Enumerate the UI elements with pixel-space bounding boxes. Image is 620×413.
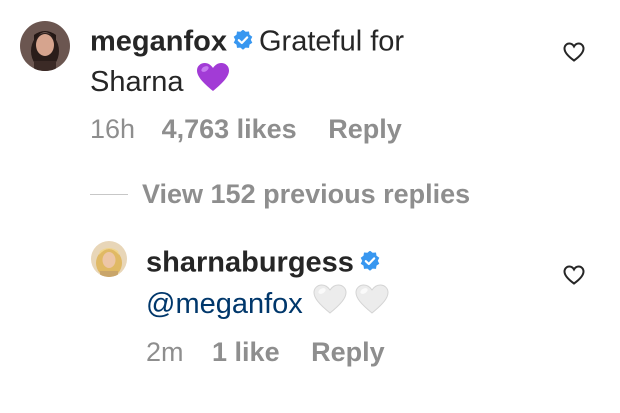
comment-text: Grateful for [258, 25, 405, 58]
like-heart-icon[interactable] [563, 265, 585, 285]
white-heart-icon [313, 284, 347, 323]
reply-time: 2m [146, 337, 184, 367]
divider-line [90, 193, 128, 195]
reply-text-line1: sharnaburgess [146, 244, 386, 284]
reply-text-line2: @meganfox [146, 284, 389, 327]
reply-reply-button[interactable]: Reply [311, 335, 385, 369]
reply-likes-link[interactable]: 1 like [212, 335, 280, 369]
view-previous-replies-button[interactable]: View 152 previous replies [90, 176, 470, 212]
avatar-meganfox[interactable] [20, 21, 70, 71]
white-heart-icon [355, 284, 389, 323]
purple-heart-icon [196, 62, 230, 101]
comment-meta: 16h 4,763 likes Reply [90, 112, 402, 146]
comment-username[interactable]: meganfox [90, 26, 227, 58]
comment-text-line1: meganfox Grateful for [90, 23, 404, 63]
verified-badge-icon [360, 244, 380, 280]
comment-text-cont: Sharna [90, 66, 184, 99]
like-heart-icon[interactable] [563, 42, 585, 62]
reply-username[interactable]: sharnaburgess [146, 247, 354, 279]
comment-likes-link[interactable]: 4,763 likes [162, 112, 297, 146]
comment-text-line2: Sharna [90, 62, 230, 105]
verified-badge-icon [233, 23, 253, 59]
comment-time: 16h [90, 114, 136, 144]
reply-mention-link[interactable]: @meganfox [146, 288, 303, 320]
view-replies-label: View 152 previous replies [142, 178, 471, 209]
comment-reply-button[interactable]: Reply [328, 112, 402, 146]
avatar-sharnaburgess[interactable] [91, 241, 127, 277]
reply-meta: 2m 1 like Reply [146, 335, 385, 369]
